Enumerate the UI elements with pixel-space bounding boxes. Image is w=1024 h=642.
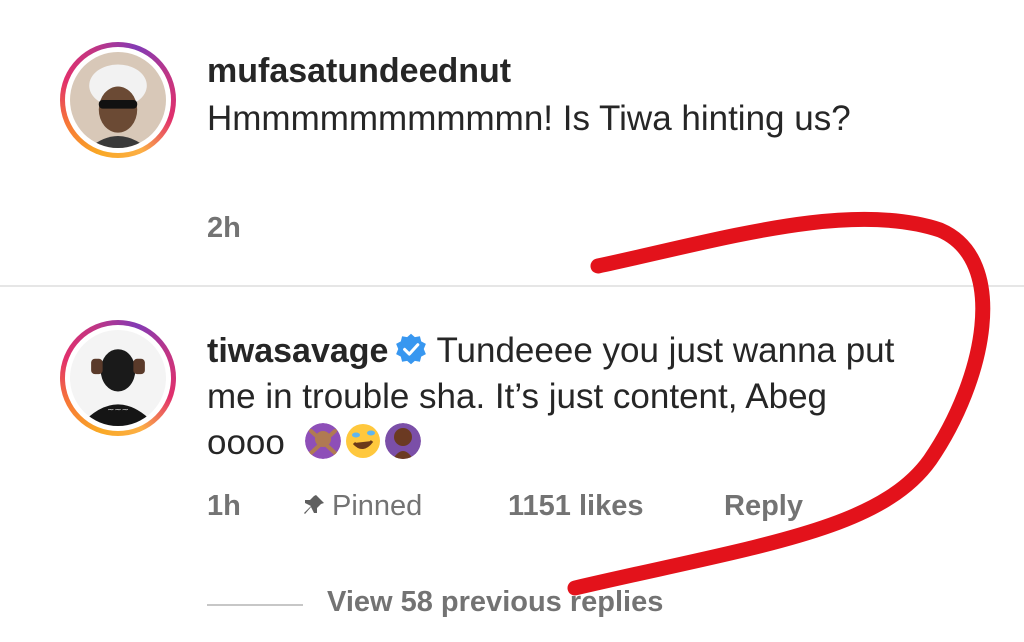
avatar-ring-gap — [65, 47, 171, 153]
comment-body: tiwasavage Tundeeee you just wanna put m… — [207, 328, 907, 466]
woman-facepalming-emoji-icon — [384, 423, 421, 459]
pin-icon — [304, 495, 324, 514]
divider — [0, 285, 1024, 287]
pinned-label: Pinned — [332, 490, 423, 522]
comment-username[interactable]: mufasatundeednut — [207, 52, 511, 91]
profile-photo — [70, 52, 166, 148]
verified-badge-icon — [396, 333, 427, 365]
reply-button[interactable]: Reply — [724, 490, 803, 523]
view-previous-replies-link[interactable]: View 58 previous replies — [327, 586, 663, 619]
profile-photo: ~~~ — [70, 330, 166, 426]
comment-text: Hmmmmmmmmmmn! Is Tiwa hinting us? — [207, 99, 851, 138]
likes-count[interactable]: 1151 likes — [508, 490, 643, 523]
replies-divider-line — [207, 604, 303, 606]
svg-text:~~~: ~~~ — [107, 406, 129, 416]
comment-timestamp: 2h — [207, 212, 241, 244]
woman-gesturing-no-emoji-icon — [304, 423, 341, 459]
rolling-on-floor-laughing-emoji-icon — [345, 424, 380, 458]
comment-username[interactable]: tiwasavage — [207, 332, 388, 370]
avatar-ring-gap: ~~~ — [65, 325, 171, 431]
avatar-tiwasavage[interactable]: ~~~ — [60, 320, 176, 436]
avatar-mufasatundeednut[interactable] — [60, 42, 176, 158]
comment-timestamp: 1h — [207, 490, 241, 522]
pinned-indicator: Pinned — [302, 490, 422, 523]
